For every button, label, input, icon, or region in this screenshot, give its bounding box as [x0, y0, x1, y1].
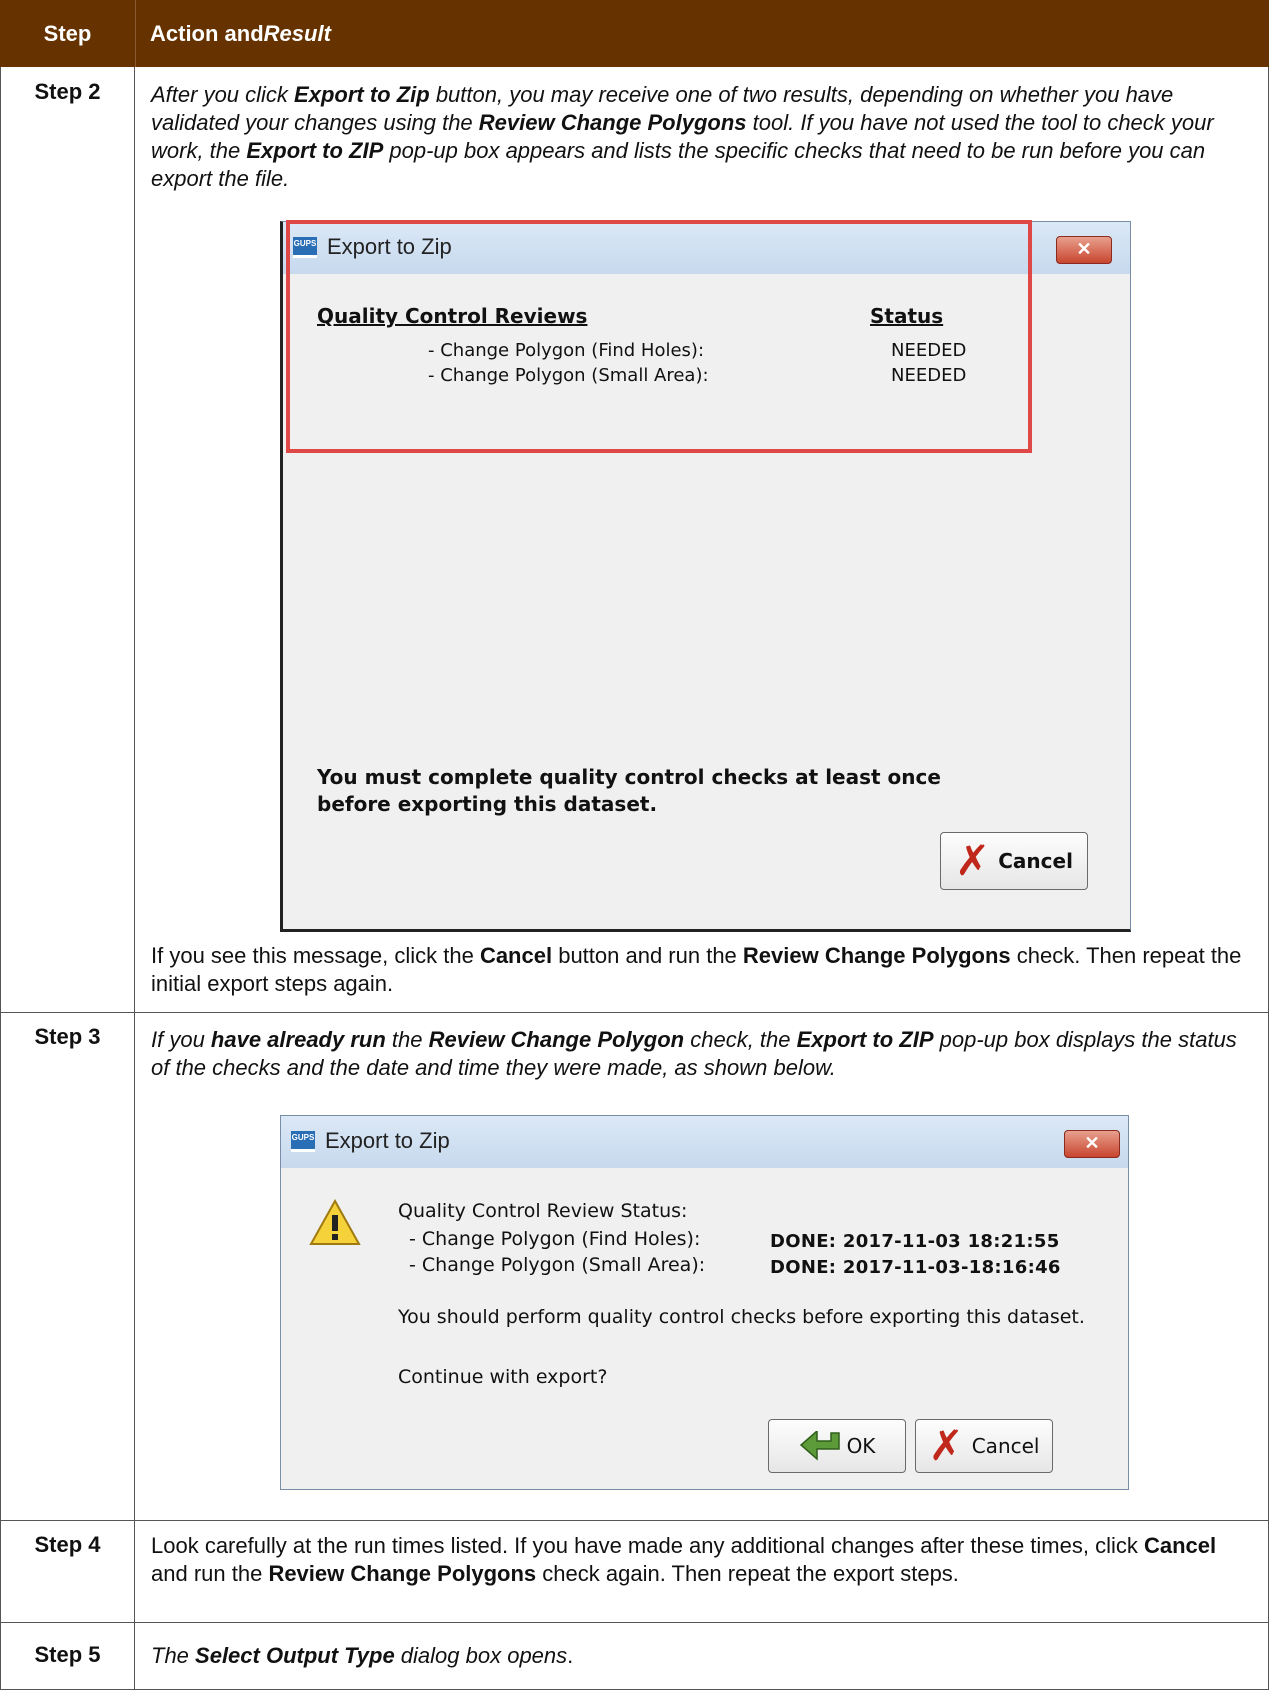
step-label: Step 4 — [34, 1532, 101, 1557]
dialog-message: You must complete quality control checks… — [317, 765, 941, 816]
table-row-step4: Step 4 Look carefully at the run times l… — [0, 1520, 1269, 1623]
arrow-icon — [799, 1431, 840, 1461]
red-x-icon: ✗ — [928, 1421, 964, 1470]
app-icon: GUPS — [291, 1131, 315, 1152]
export-zip-dialog-done: GUPS Export to Zip ✕ Quality Control Rev… — [280, 1115, 1129, 1490]
warning-icon — [309, 1199, 361, 1245]
step4-instruction: Look carefully at the run times listed. … — [151, 1533, 1217, 1586]
close-button[interactable]: ✕ — [1056, 236, 1112, 264]
header-step: Step — [0, 0, 136, 67]
step-label: Step 2 — [34, 79, 101, 104]
table-row-step2: Step 2 After you click Export to Zip but… — [0, 67, 1269, 1013]
step-label: Step 5 — [34, 1642, 101, 1667]
step2-instruction: After you click Export to Zip button, yo… — [151, 82, 1214, 191]
step2-note: If you see this message, click the Cance… — [151, 943, 1242, 996]
table-row-step5: Step 5 The Select Output Type dialog box… — [0, 1622, 1269, 1690]
cancel-button[interactable]: ✗ Cancel — [940, 832, 1088, 890]
qc-status: DONE: 2017-11-03 18:21:55 DONE: 2017-11-… — [770, 1231, 1061, 1278]
step-label: Step 3 — [34, 1024, 101, 1049]
dialog-title: Export to Zip — [325, 1128, 450, 1153]
header-action: Action and Result — [150, 20, 331, 46]
review-status-heading: Quality Control Review Status: — [398, 1200, 688, 1222]
close-button[interactable]: ✕ — [1064, 1130, 1120, 1158]
dialog-question: Continue with export? — [398, 1366, 608, 1388]
step3-instruction: If you have already run the Review Chang… — [151, 1027, 1237, 1080]
dialog-message: You should perform quality control check… — [398, 1306, 1085, 1328]
table-row-step3: Step 3 If you have already run the Revie… — [0, 1012, 1269, 1521]
qc-item: - Change Polygon (Find Holes): - Change … — [409, 1228, 706, 1276]
highlight-box — [286, 220, 1032, 453]
table-header: Step Action and Result — [0, 0, 1269, 67]
ok-button[interactable]: OK — [768, 1419, 906, 1473]
red-x-icon: ✗ — [955, 836, 991, 885]
dialog-titlebar: GUPS Export to Zip ✕ — [281, 1116, 1128, 1168]
step5-instruction: The Select Output Type dialog box opens. — [151, 1643, 574, 1668]
cancel-button[interactable]: ✗ Cancel — [915, 1419, 1053, 1473]
